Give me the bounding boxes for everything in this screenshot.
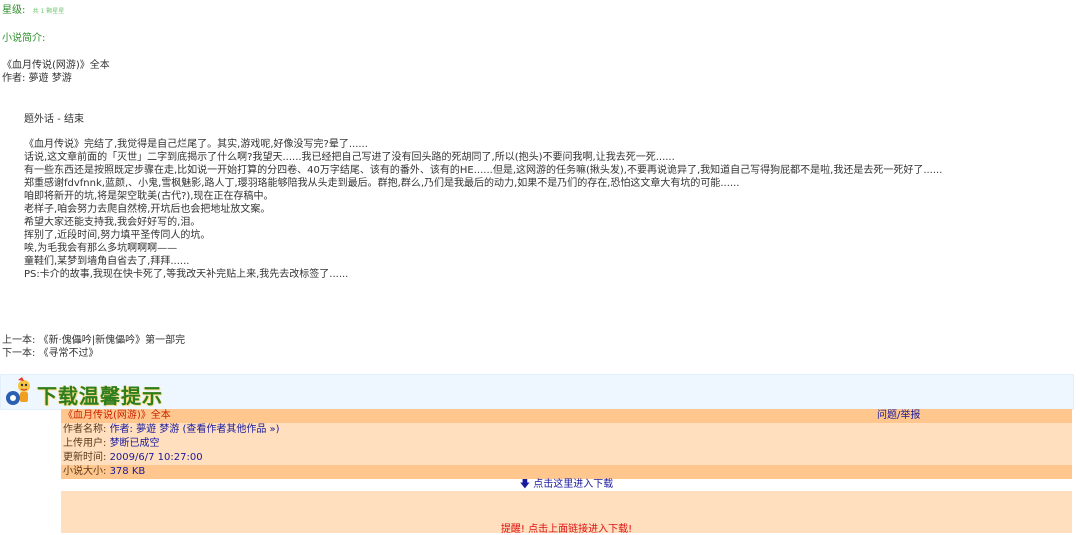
book-title-link[interactable]: 《血月传说(网游)》全本 bbox=[63, 410, 171, 421]
info-title-row: 《血月传说(网游)》全本 问题/举报 bbox=[61, 409, 1072, 423]
summary-paragraph: 咱即将新开的坑,将是架空耽美(古代?),现在正在存稿中。 bbox=[24, 191, 274, 202]
summary-text: 《血月传说》完结了,我觉得是自己烂尾了。其实,游戏呢,好像没写完?晕了.....… bbox=[24, 138, 1074, 281]
author-link[interactable]: 作者: 夢遊 梦游 (查看作者其他作品 ») bbox=[110, 424, 280, 435]
download-link-row: 🡇 点击这里进入下载 bbox=[61, 478, 1072, 492]
info-updated-row: 更新时间: 2009/6/7 10:27:00 bbox=[61, 451, 1072, 465]
summary-paragraph: 话说,这文章前面的「灭世」二字到底揭示了什么啊?我望天......我已经把自己写… bbox=[24, 152, 675, 163]
size-value: 378 KB bbox=[109, 466, 146, 477]
summary-paragraph: 挥别了,近段时间,努力填平圣传同人的坑。 bbox=[24, 230, 211, 241]
intro-label: 小说简介: bbox=[2, 33, 46, 44]
updated-label: 更新时间: bbox=[63, 452, 107, 463]
download-tip-title: 下载温馨提示 bbox=[37, 384, 163, 408]
summary-paragraph: 《血月传说》完结了,我觉得是自己烂尾了。其实,游戏呢,好像没写完?晕了.....… bbox=[24, 139, 368, 150]
next-book-link[interactable]: 下一本: 《寻常不过》 bbox=[2, 347, 185, 360]
download-mascot-icon bbox=[6, 377, 30, 405]
rating-label: 星级: bbox=[2, 5, 26, 16]
uploader-label: 上传用户: bbox=[63, 438, 107, 449]
summary-paragraph: PS:卡介的故事,我现在快卡死了,等我改天补完贴上来,我先去改标签了...... bbox=[24, 269, 349, 280]
book-author-line: 作者: 夢遊 梦游 bbox=[2, 73, 72, 84]
summary-paragraph: 有一些东西还是按照既定步骤在走,比如说一开始打算的分四卷、40万字结尾、该有的番… bbox=[24, 165, 943, 176]
download-tip-banner: 下载温馨提示 bbox=[0, 374, 1074, 410]
size-label: 小说大小: bbox=[63, 466, 107, 477]
uploader-link[interactable]: 梦断已成空 bbox=[110, 438, 160, 449]
section-title: 题外话 - 结束 bbox=[24, 114, 84, 125]
rating-stars: 共 1 颗星星 bbox=[32, 7, 65, 15]
updated-value: 2009/6/7 10:27:00 bbox=[109, 452, 203, 463]
summary-paragraph: 唉,为毛我会有那么多坑啊啊啊—— bbox=[24, 243, 178, 254]
info-size-row: 小说大小: 378 KB bbox=[61, 465, 1072, 479]
download-link[interactable]: 点击这里进入下载 bbox=[533, 479, 613, 490]
book-navigation: 上一本: 《新·傀儡吟|新傀儡吟》第一部完 下一本: 《寻常不过》 bbox=[2, 334, 185, 360]
author-label: 作者名称: bbox=[63, 424, 107, 435]
download-notice-box: 提醒! 点击上面链接进入下载! bbox=[61, 491, 1072, 535]
info-uploader-row: 上传用户: 梦断已成空 bbox=[61, 437, 1072, 451]
summary-paragraph: 童鞋们,某梦到墙角自省去了,拜拜...... bbox=[24, 256, 190, 267]
info-author-row: 作者名称: 作者: 夢遊 梦游 (查看作者其他作品 ») bbox=[61, 423, 1072, 437]
book-info-table: 《血月传说(网游)》全本 问题/举报 作者名称: 作者: 夢遊 梦游 (查看作者… bbox=[61, 409, 1072, 479]
arrow-down-icon: 🡇 bbox=[519, 479, 531, 490]
summary-paragraph: 希望大家还能支持我,我会好好写的,泪。 bbox=[24, 217, 201, 228]
report-link[interactable]: 问题/举报 bbox=[877, 409, 920, 423]
rating-row: 星级: 共 1 颗星星 bbox=[2, 1, 64, 16]
summary-paragraph: 老样子,咱会努力去爬自然榜,开坑后也会把地址放文案。 bbox=[24, 204, 271, 215]
summary-paragraph: 郑重感谢fdvfnnk,蓝颜,、小鬼,雪枫魅影,路人丁,璎羽珞能够陪我从头走到最… bbox=[24, 178, 740, 189]
prev-book-link[interactable]: 上一本: 《新·傀儡吟|新傀儡吟》第一部完 bbox=[2, 334, 185, 347]
